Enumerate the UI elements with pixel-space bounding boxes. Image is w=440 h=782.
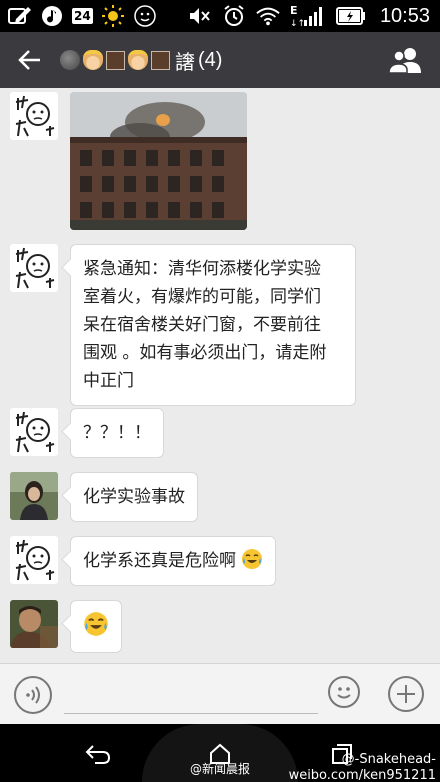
queen-emoji — [83, 50, 103, 70]
message-line: 围观 。如有事必须出门，请走附 — [83, 343, 327, 363]
message-item — [10, 92, 247, 230]
message-item: ？？！！ — [10, 408, 164, 458]
svg-text:E: E — [290, 4, 298, 17]
box-emoji — [151, 50, 170, 70]
message-line: 紧急通知：清华何添楼化学实验 — [83, 259, 321, 279]
title-glyph: 譇 — [175, 51, 195, 74]
nav-back-button[interactable] — [82, 738, 114, 770]
back-button[interactable] — [0, 32, 60, 88]
edit-icon — [8, 4, 32, 28]
cartoon-avatar[interactable] — [10, 408, 58, 456]
title-bar: 譇 (4) — [0, 32, 440, 88]
clock: 10:53 — [379, 4, 430, 27]
message-text: ？？！！ — [83, 423, 151, 443]
dark-face-emoji — [60, 50, 80, 70]
box-emoji — [106, 50, 125, 70]
group-members-icon — [388, 48, 421, 74]
photo-avatar-man[interactable] — [10, 600, 58, 648]
cartoon-avatar[interactable] — [10, 536, 58, 584]
message-item: 化学实验事故 — [10, 472, 198, 522]
more-options-button[interactable] — [388, 676, 424, 712]
message-input[interactable] — [64, 674, 318, 714]
cartoon-avatar[interactable] — [10, 92, 58, 140]
crying-laughing-emoji — [83, 611, 109, 637]
message-bubble[interactable]: ？？！！ — [70, 408, 164, 458]
crying-laughing-emoji — [241, 548, 263, 570]
input-bar — [0, 663, 440, 724]
status-bar: 24 E ↓↑ 10:53 — [0, 0, 440, 32]
photo-avatar-woman[interactable] — [10, 472, 58, 520]
message-item: 化学系还真是危险啊 — [10, 536, 277, 586]
member-count: (4) — [198, 48, 223, 71]
watermark-left: @新闻晨报 — [190, 762, 251, 776]
system-nav-bar: @新闻晨报 @-Snakehead- weibo.com/ken951211 — [0, 724, 440, 782]
smiley-icon — [337, 687, 351, 699]
voice-icon — [26, 686, 40, 704]
queen-emoji — [128, 50, 148, 70]
message-line: 室着火，有爆炸的可能，同学们 — [83, 287, 321, 307]
sun-icon — [101, 4, 125, 28]
chat-title: 譇 (4) — [60, 46, 222, 75]
message-bubble[interactable] — [70, 600, 122, 653]
chat-area[interactable]: 紧急通知：清华何添楼化学实验 室着火，有爆炸的可能，同学们 呆在宿舍楼关好门窗，… — [0, 88, 440, 663]
voice-button[interactable] — [14, 676, 52, 714]
watermark-right: @-Snakehead- weibo.com/ken951211 — [289, 752, 436, 782]
message-item: 紧急通知：清华何添楼化学实验 室着火，有爆炸的可能，同学们 呆在宿舍楼关好门窗，… — [10, 244, 356, 406]
message-text: 化学系还真是危险啊 — [83, 551, 236, 571]
signal-icon: E ↓↑ — [290, 4, 326, 28]
building-fire-photo[interactable] — [70, 92, 247, 230]
face-icon — [133, 4, 157, 28]
nav-back-icon — [85, 745, 111, 764]
plus-icon — [397, 685, 415, 703]
music-icon — [40, 4, 64, 28]
watermark-url: weibo.com/ken951211 — [288, 768, 436, 782]
message-text: 化学实验事故 — [83, 487, 185, 507]
cartoon-avatar[interactable] — [10, 244, 58, 292]
battery-icon — [335, 4, 366, 28]
message-bubble[interactable]: 化学系还真是危险啊 — [70, 536, 277, 586]
group-members-button[interactable] — [388, 46, 422, 74]
network-badge: 24 — [72, 8, 93, 24]
watermark-handle: @-Snakehead- — [341, 752, 436, 767]
mute-icon — [188, 4, 212, 28]
back-arrow-icon — [18, 50, 40, 70]
message-bubble[interactable]: 化学实验事故 — [70, 472, 198, 522]
message-bubble[interactable]: 紧急通知：清华何添楼化学实验 室着火，有爆炸的可能，同学们 呆在宿舍楼关好门窗，… — [70, 244, 356, 406]
svg-text:↓↑: ↓↑ — [290, 19, 305, 28]
emoji-button[interactable] — [328, 676, 360, 708]
wifi-icon — [256, 4, 280, 28]
message-line: 呆在宿舍楼关好门窗，不要前往 — [83, 315, 321, 335]
alarm-icon — [222, 4, 246, 28]
message-item — [10, 600, 122, 653]
message-line: 中正门 — [83, 371, 134, 391]
